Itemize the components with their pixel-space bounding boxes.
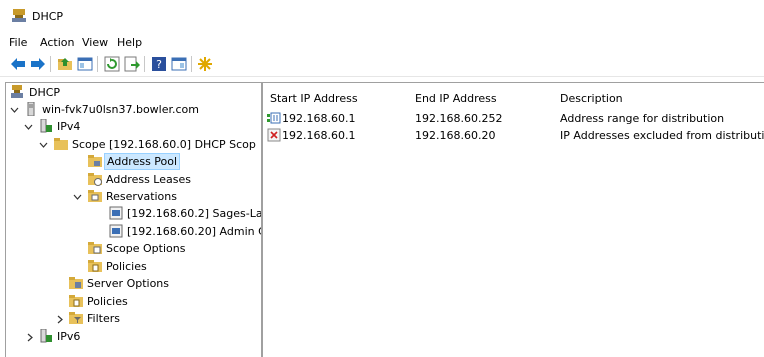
tree-label: Scope [192.168.60.0] DHCP Scop [72,138,256,151]
chevron-right-icon[interactable] [56,315,65,324]
new-option-icon[interactable] [197,56,213,72]
refresh-icon[interactable] [104,56,120,72]
properties-icon[interactable] [171,56,187,72]
ipv6-icon [40,329,52,343]
window-title: DHCP [32,10,64,23]
dhcp-icon [11,85,23,98]
tree-node-scope-policies[interactable]: Policies [6,258,256,275]
tree-label: [192.168.60.2] Sages-Lapt [127,207,262,220]
up-folder-icon[interactable] [57,56,73,72]
menu-bar: File Action View Help [0,30,764,50]
policies-icon [88,260,102,272]
back-arrow-icon[interactable] [10,56,26,72]
tree-node-server[interactable]: win-fvk7u0lsn37.bowler.com [6,101,256,118]
exclusion-icon [267,128,281,142]
column-header-start-ip[interactable]: Start IP Address [270,92,358,105]
chevron-down-icon[interactable] [39,141,48,150]
toolbar-separator [191,56,192,72]
table-row[interactable]: 192.168.60.1 192.168.60.252 Address rang… [263,110,764,127]
start-ip-cell: 192.168.60.1 [282,112,356,125]
forward-arrow-icon[interactable] [30,56,46,72]
console-tree: DHCP win-fvk7u0lsn37.bowler.com IPv4 Sco… [5,82,262,357]
toolbar-separator [144,56,145,72]
tree-node-reservations[interactable]: Reservations [6,188,256,205]
toolbar: ? [0,50,764,77]
tree-node-scope-options[interactable]: Scope Options [6,240,256,257]
server-options-icon [69,277,83,289]
tree-node-address-leases[interactable]: Address Leases [6,171,256,188]
column-header-end-ip[interactable]: End IP Address [415,92,497,105]
result-list: Start IP Address End IP Address Descript… [262,82,764,357]
tree-node-filters[interactable]: Filters [6,310,256,327]
filters-icon [69,312,83,324]
tree-label: DHCP [29,86,61,99]
address-pool-icon [88,155,102,167]
menu-file[interactable]: File [9,36,27,49]
show-hide-tree-icon[interactable] [77,56,93,72]
toolbar-separator [97,56,98,72]
tree-node-ipv6[interactable]: IPv6 [6,328,256,345]
dhcp-app-icon [12,9,26,22]
tree-label: Policies [106,260,147,273]
reservation-icon [109,206,123,220]
reservations-icon [88,190,102,202]
chevron-right-icon[interactable] [26,333,35,342]
tree-label: Filters [87,312,120,325]
chevron-down-icon[interactable] [24,123,33,132]
tree-label: Address Leases [106,173,191,186]
table-row[interactable]: 192.168.60.1 192.168.60.20 IP Addresses … [263,127,764,144]
folder-icon [54,138,68,150]
export-list-icon[interactable] [124,56,140,72]
title-bar: DHCP [0,0,764,30]
address-range-icon [267,112,281,124]
ipv4-icon [40,119,52,133]
description-cell: IP Addresses excluded from distribution [560,129,764,142]
svg-text:?: ? [156,58,162,71]
tree-label: IPv6 [57,330,81,343]
toolbar-separator [50,56,51,72]
tree-node-dhcp[interactable]: DHCP [6,84,256,101]
tree-node-address-pool[interactable]: Address Pool [6,153,256,170]
tree-label: win-fvk7u0lsn37.bowler.com [42,103,200,116]
address-leases-icon [88,173,102,186]
reservation-icon [109,224,123,238]
policies-icon [69,295,83,307]
chevron-down-icon[interactable] [73,193,82,202]
end-ip-cell: 192.168.60.20 [415,129,496,142]
tree-node-reservation-2[interactable]: [192.168.60.20] Admin Co [6,223,262,240]
tree-label: Scope Options [106,242,186,255]
tree-label: IPv4 [57,120,81,133]
tree-label: Reservations [106,190,177,203]
server-icon [27,102,35,116]
description-cell: Address range for distribution [560,112,725,125]
tree-label: Policies [87,295,128,308]
help-icon[interactable]: ? [151,56,167,72]
tree-label: Server Options [87,277,170,290]
tree-label: [192.168.60.20] Admin Co [127,225,262,238]
menu-help[interactable]: Help [117,36,142,49]
end-ip-cell: 192.168.60.252 [415,112,503,125]
tree-node-reservation-1[interactable]: [192.168.60.2] Sages-Lapt [6,205,262,222]
tree-node-policies[interactable]: Policies [6,293,256,310]
column-header-description[interactable]: Description [560,92,623,105]
tree-node-scope[interactable]: Scope [192.168.60.0] DHCP Scop [6,136,261,153]
menu-action[interactable]: Action [40,36,74,49]
chevron-down-icon[interactable] [10,106,19,115]
menu-view[interactable]: View [82,36,108,49]
start-ip-cell: 192.168.60.1 [282,129,356,142]
scope-options-icon [88,242,102,254]
tree-label: Address Pool [104,153,181,170]
tree-node-server-options[interactable]: Server Options [6,275,256,292]
tree-node-ipv4[interactable]: IPv4 [6,118,256,135]
